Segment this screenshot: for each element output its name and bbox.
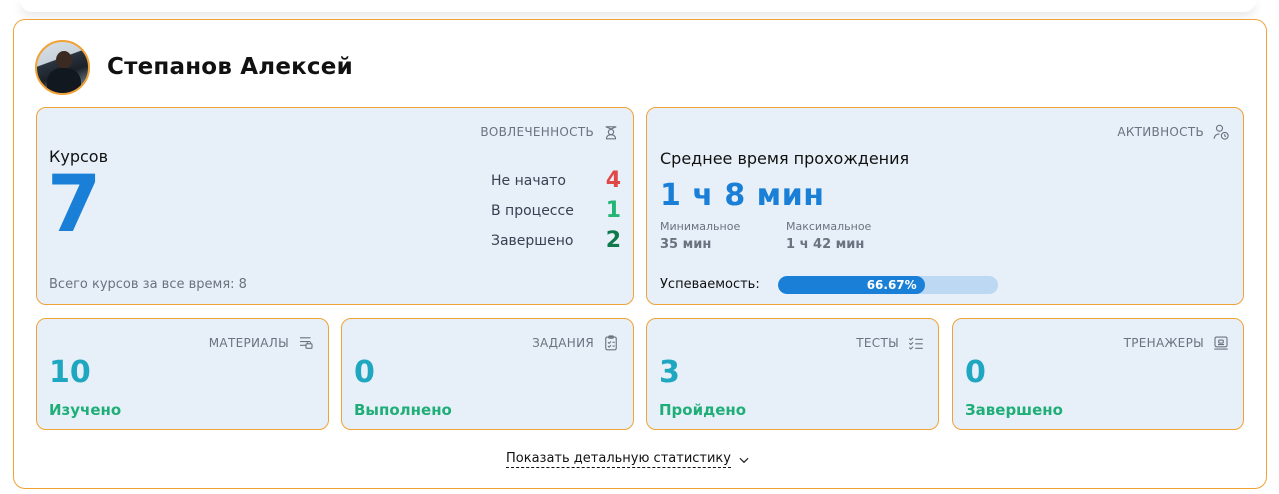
avatar-body [47,68,81,93]
tests-count: 3 [659,355,680,390]
show-detailed-stats-label: Показать детальную статистику [506,451,731,468]
status-row-completed: Завершено 2 [491,228,621,253]
assignments-tile: ЗАДАНИЯ 0 Выполнено [341,318,634,430]
assignments-label-text: ЗАДАНИЯ [532,336,594,350]
min-time-label: Минимальное [660,220,741,233]
status-row-in-progress: В процессе 1 [491,198,621,223]
min-time: Минимальное 35 мин [660,220,740,252]
simulators-count: 0 [965,355,986,390]
simulators-label: ТРЕНАЖЕРЫ [1124,334,1230,352]
materials-count: 10 [49,355,91,390]
total-courses: Всего курсов за все время: 8 [49,277,247,292]
courses-count: 7 [47,160,102,250]
min-time-value: 35 мин [660,237,712,252]
simulators-label-text: ТРЕНАЖЕРЫ [1123,336,1204,350]
materials-icon [300,337,313,349]
user-clock-icon [1213,124,1229,140]
tests-label: ТЕСТЫ [856,334,925,352]
materials-status: Изучено [49,401,122,419]
status-label: Не начато [491,172,566,189]
max-time-value: 1 ч 42 мин [786,237,865,252]
user-statistics-card: Степанов Алексей ВОВЛЕЧЕННОСТЬ Курсов 7 … [13,19,1267,489]
average-time-title: Среднее время прохождения [660,149,910,168]
activity-label-text: АКТИВНОСТЬ [1117,125,1204,139]
assignments-status: Выполнено [354,401,452,419]
tests-label-text: ТЕСТЫ [856,336,899,350]
performance-progress-fill: 66.67% [778,276,925,294]
user-name: Степанов Алексей [107,54,353,80]
avatar [35,40,90,95]
max-time: Максимальное 1 ч 42 мин [786,220,871,252]
performance-progress-bar: 66.67% [778,276,998,294]
activity-tile: АКТИВНОСТЬ Среднее время прохождения 1 ч… [646,107,1244,305]
status-count: 2 [605,228,621,253]
simulators-status: Завершено [965,401,1063,419]
tests-status: Пройдено [659,401,747,419]
status-count: 4 [605,168,621,193]
assignments-count: 0 [354,355,375,390]
status-count: 1 [605,198,621,223]
engagement-label: ВОВЛЕЧЕННОСТЬ [480,123,620,141]
status-label: В процессе [491,202,574,219]
clipboard-icon [605,335,617,351]
checklist-icon [908,337,923,350]
graduate-icon [605,126,617,140]
materials-label: МАТЕРИАЛЫ [209,334,315,352]
materials-tile: МАТЕРИАЛЫ 10 Изучено [36,318,329,430]
tests-tile: ТЕСТЫ 3 Пройдено [646,318,939,430]
status-label: Завершено [491,232,574,249]
monitor-icon [1214,336,1228,350]
show-detailed-stats-link[interactable]: Показать детальную статистику [506,451,751,468]
max-time-label: Максимальное [786,220,872,233]
simulators-tile: ТРЕНАЖЕРЫ 0 Завершено [952,318,1244,430]
performance-label: Успеваемость: [660,277,760,292]
chevron-down-icon [739,457,749,463]
status-row-not-started: Не начато 4 [491,168,621,193]
activity-label: АКТИВНОСТЬ [1117,123,1230,141]
average-time-value: 1 ч 8 мин [660,178,825,213]
engagement-tile: ВОВЛЕЧЕННОСТЬ Курсов 7 Не начато 4 В про… [36,107,634,305]
assignments-label: ЗАДАНИЯ [532,334,620,352]
performance-value: 66.67% [866,278,917,292]
avatar-head [56,51,72,69]
materials-label-text: МАТЕРИАЛЫ [208,336,289,350]
previous-card-edge [20,0,1256,12]
engagement-label-text: ВОВЛЕЧЕННОСТЬ [480,125,594,139]
